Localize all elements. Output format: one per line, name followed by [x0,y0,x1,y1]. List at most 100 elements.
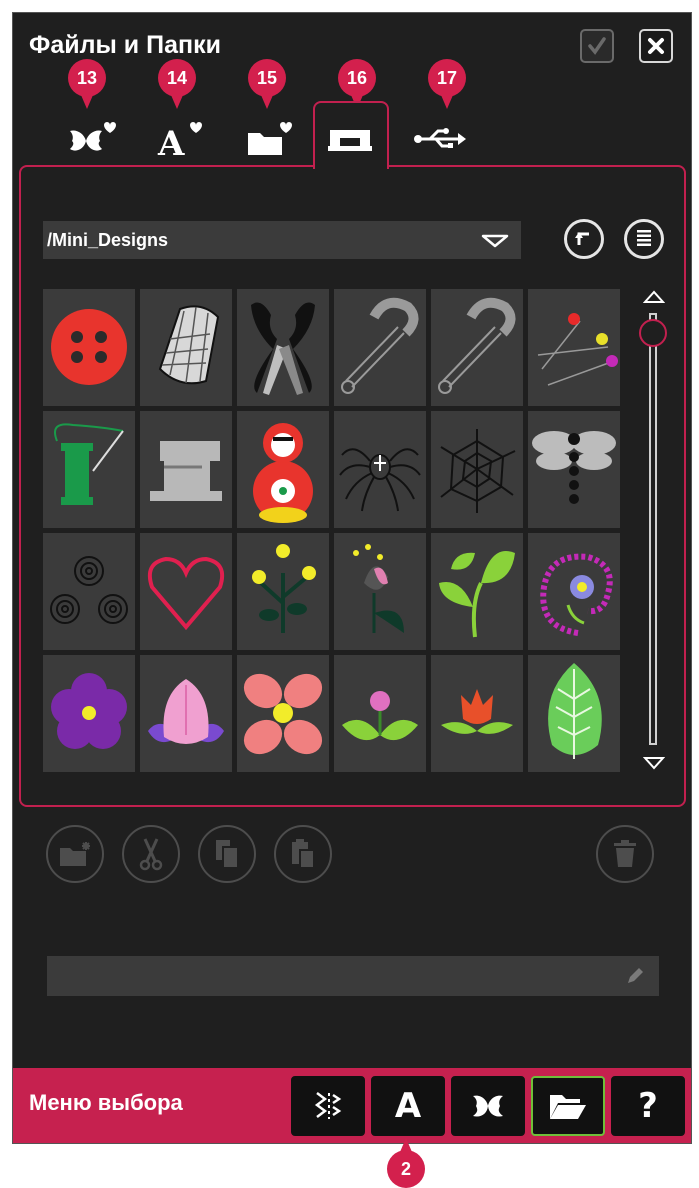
green-leaves-design [439,551,515,638]
safety-pin-design [438,297,516,394]
list-view-button[interactable] [624,219,664,259]
dragonfly-design [532,431,616,504]
svg-text:A: A [157,124,185,159]
folder-heart-icon [248,122,292,155]
help-label: ? [638,1086,658,1126]
callout-13: 13 [68,59,106,97]
parent-folder-button[interactable] [564,219,604,259]
yellow-flowers-design [252,544,316,633]
red-tulip-design [441,689,513,734]
cut-button[interactable] [122,825,180,883]
callout-16: 16 [338,59,376,97]
safety-pin-design [341,297,419,394]
spirals-design [50,556,128,624]
design-thumbnail[interactable] [43,533,135,650]
design-thumbnail[interactable] [237,655,329,772]
trash-icon [614,840,636,867]
design-thumbnail[interactable] [528,411,620,528]
pink-flower-design [243,673,323,755]
scissors-design [251,302,315,395]
callout-17: 17 [428,59,466,97]
red-button-design [51,309,127,385]
delete-button[interactable] [596,825,654,883]
stitch-menu-button[interactable] [291,1076,365,1136]
design-thumbnail[interactable] [140,533,232,650]
stitch-icon [314,1092,342,1119]
checkmark-icon [588,37,606,55]
file-manager-window: Файлы и Папки 13 14 15 16 17 A /Mini_Des… [12,12,692,1144]
callout-2: 2 [387,1150,425,1188]
scroll-up-arrow[interactable] [643,290,665,304]
list-view-icon [637,230,651,246]
pink-bloom-design [342,691,418,741]
design-thumbnail[interactable] [334,655,426,772]
tab-usb[interactable] [410,117,470,161]
scrollbar-track[interactable] [649,313,657,745]
name-field[interactable] [47,956,659,996]
design-thumbnail[interactable] [140,289,232,406]
design-thumbnail[interactable] [528,655,620,772]
thimble-design [158,305,220,385]
design-thumbnail[interactable] [431,533,523,650]
file-manager-button[interactable] [531,1076,605,1136]
letter-a-heart-icon: A [157,122,202,159]
design-thumbnail[interactable] [334,289,426,406]
font-menu-button[interactable]: A [371,1076,445,1136]
paisley-flower-design [540,553,613,636]
design-thumbnail[interactable] [43,655,135,772]
callout-14: 14 [158,59,196,97]
design-thumbnail[interactable] [140,411,232,528]
butterfly-icon [473,1095,503,1117]
new-folder-icon [60,842,90,866]
folder-open-icon [550,1095,586,1119]
design-thumbnail[interactable] [237,533,329,650]
design-thumbnail[interactable] [431,411,523,528]
matryoshka-design [253,423,313,523]
chevron-down-icon [481,234,509,248]
design-thumbnail[interactable] [528,533,620,650]
close-button[interactable] [639,29,673,63]
design-thumbnail[interactable] [43,411,135,528]
callout-15: 15 [248,59,286,97]
butterfly-heart-icon [70,122,116,151]
design-thumbnail[interactable] [334,411,426,528]
help-button[interactable]: ? [611,1076,685,1136]
design-thumbnail[interactable] [237,289,329,406]
purple-flower-design [51,673,127,749]
folder-path-dropdown[interactable]: /Mini_Designs [43,221,521,259]
copy-button[interactable] [198,825,256,883]
spider-design [339,448,421,512]
design-thumbnail[interactable] [237,411,329,528]
sewing-machine-design [150,441,222,501]
copy-icon [216,840,239,869]
heart-design [147,556,225,631]
paste-icon [292,839,315,869]
selection-menu-label: Меню выбора [29,1090,183,1115]
design-thumbnail[interactable] [334,533,426,650]
design-menu-button[interactable] [451,1076,525,1136]
folder-up-icon [575,232,589,245]
close-icon [648,38,664,54]
design-thumbnail[interactable] [528,289,620,406]
design-thumbnail[interactable] [140,655,232,772]
tab-favorite-folders[interactable] [240,117,300,161]
tab-favorite-fonts[interactable]: A [150,117,210,161]
font-menu-label: A [394,1086,422,1126]
scrollbar-thumb[interactable] [639,319,667,347]
confirm-button[interactable] [580,29,614,63]
design-thumbnail[interactable] [43,289,135,406]
tab-machine-memory[interactable] [321,117,381,161]
design-thumbnail[interactable] [431,655,523,772]
bottom-menu-bar: Меню выбора A ? [13,1068,691,1143]
folder-path-value: /Mini_Designs [47,229,169,250]
leaf-design [548,663,602,759]
pins-design [537,313,618,386]
paste-button[interactable] [274,825,332,883]
tulip-bud-design [353,544,404,633]
scissors-icon [139,838,163,871]
scroll-down-arrow[interactable] [643,756,665,770]
new-folder-button[interactable] [46,825,104,883]
design-thumbnail[interactable] [431,289,523,406]
tab-favorite-designs[interactable] [60,117,120,161]
usb-icon [414,128,466,148]
